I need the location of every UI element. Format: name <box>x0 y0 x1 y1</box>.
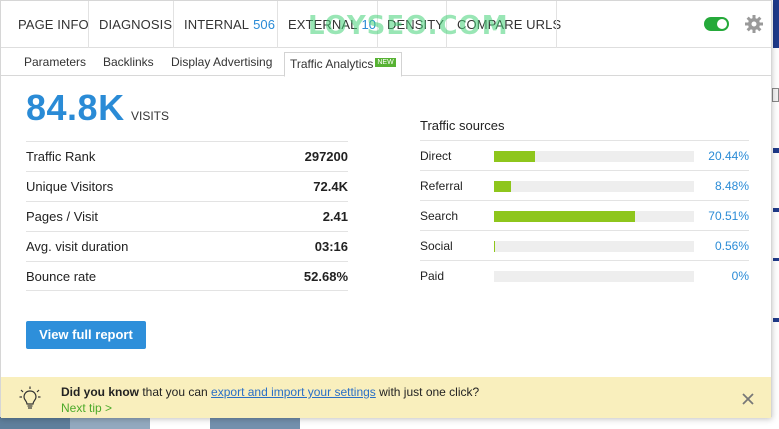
tip-message: Did you know that you can export and imp… <box>61 385 479 399</box>
watermark-overlay: LOYSEO.COM <box>308 11 509 41</box>
visits-value: 84.8K <box>26 87 125 128</box>
stat-value: 03:16 <box>314 239 348 254</box>
toolbar-divider <box>88 1 89 48</box>
traffic-sources-list: Direct 20.44% Referral 8.48% Search 70.5… <box>420 140 749 290</box>
toggle-knob <box>717 19 727 29</box>
source-row-search: Search 70.51% <box>420 200 749 230</box>
lightbulb-icon <box>19 386 41 409</box>
source-row-paid: Paid 0% <box>420 260 749 290</box>
stat-value: 297200 <box>304 149 348 164</box>
tab-label: PAGE INFO <box>18 17 89 32</box>
stat-value: 52.68% <box>303 269 348 284</box>
subtab-parameters[interactable]: Parameters <box>24 49 86 76</box>
source-percent: 0% <box>731 269 749 283</box>
tip-text: that you can <box>139 385 212 399</box>
tab-diagnosis[interactable]: DIAGNOSIS <box>99 1 172 48</box>
source-label: Direct <box>420 149 452 163</box>
settings-gear-icon[interactable] <box>744 14 764 34</box>
stat-label: Pages / Visit <box>26 209 99 224</box>
traffic-sources-title: Traffic sources <box>420 118 505 133</box>
new-badge: NEW <box>375 58 396 67</box>
source-percent: 70.51% <box>708 209 749 223</box>
subtab-traffic-analytics[interactable]: Traffic Analytics NEW <box>284 52 402 77</box>
subtab-label: Traffic Analytics <box>290 57 374 71</box>
source-bar-track <box>494 271 694 282</box>
seo-extension-popup: PAGE INFO DIAGNOSIS INTERNAL 506 EXTERNAL… <box>0 0 772 418</box>
view-full-report-button[interactable]: View full report <box>26 321 146 349</box>
source-label: Search <box>420 209 459 223</box>
toolbar-divider <box>277 1 278 48</box>
background-page-right-edge <box>771 0 779 429</box>
source-label: Paid <box>420 269 445 283</box>
source-row-referral: Referral 8.48% <box>420 170 749 200</box>
stat-row-bounce-rate: Bounce rate 52.68% <box>26 261 348 291</box>
tab-label: INTERNAL <box>184 17 250 32</box>
extension-enable-toggle[interactable] <box>704 17 729 31</box>
source-row-social: Social 0.56% <box>420 230 749 260</box>
toolbar-divider <box>556 1 557 48</box>
source-label: Referral <box>420 179 463 193</box>
tip-text: with just one click? <box>375 385 480 399</box>
source-bar-track <box>494 181 694 192</box>
source-bar-fill <box>494 181 511 192</box>
tab-label: DIAGNOSIS <box>99 17 173 32</box>
stat-row-pages-per-visit: Pages / Visit 2.41 <box>26 201 348 231</box>
stat-label: Avg. visit duration <box>26 239 129 254</box>
source-bar-fill <box>494 151 535 162</box>
source-row-direct: Direct 20.44% <box>420 140 749 170</box>
tip-lead: Did you know <box>61 385 139 399</box>
main-toolbar: PAGE INFO DIAGNOSIS INTERNAL 506 EXTERNAL… <box>1 1 771 48</box>
sub-tab-bar: Parameters Backlinks Display Advertising… <box>1 49 771 77</box>
stat-value: 2.41 <box>322 209 348 224</box>
next-tip-link[interactable]: Next tip > <box>61 401 112 415</box>
stat-label: Traffic Rank <box>26 149 96 164</box>
toolbar-divider <box>173 1 174 48</box>
stat-label: Bounce rate <box>26 269 97 284</box>
export-import-settings-link[interactable]: export and import your settings <box>211 385 376 399</box>
internal-links-count: 506 <box>253 17 276 32</box>
source-bar-track <box>494 151 694 162</box>
source-percent: 8.48% <box>714 179 749 193</box>
tip-bar: Did you know that you can export and imp… <box>1 377 771 418</box>
source-label: Social <box>420 239 453 253</box>
source-bar-fill <box>494 211 636 222</box>
source-percent: 0.56% <box>714 239 749 253</box>
stat-value: 72.4K <box>313 179 348 194</box>
close-icon[interactable] <box>741 392 755 406</box>
tab-internal[interactable]: INTERNAL 506 <box>184 1 275 48</box>
source-bar-fill <box>494 241 496 252</box>
tab-page-info[interactable]: PAGE INFO <box>18 1 89 48</box>
source-percent: 20.44% <box>708 149 749 163</box>
stat-row-unique-visitors: Unique Visitors 72.4K <box>26 171 348 201</box>
subtab-backlinks[interactable]: Backlinks <box>103 49 154 76</box>
traffic-stats-table: Traffic Rank 297200 Unique Visitors 72.4… <box>26 141 348 291</box>
subtab-display-advertising[interactable]: Display Advertising <box>171 49 272 76</box>
source-bar-track <box>494 211 694 222</box>
stat-label: Unique Visitors <box>26 179 114 194</box>
visits-label: VISITS <box>131 109 170 123</box>
stat-row-avg-visit-duration: Avg. visit duration 03:16 <box>26 231 348 261</box>
stat-row-traffic-rank: Traffic Rank 297200 <box>26 141 348 171</box>
source-bar-track <box>494 241 694 252</box>
